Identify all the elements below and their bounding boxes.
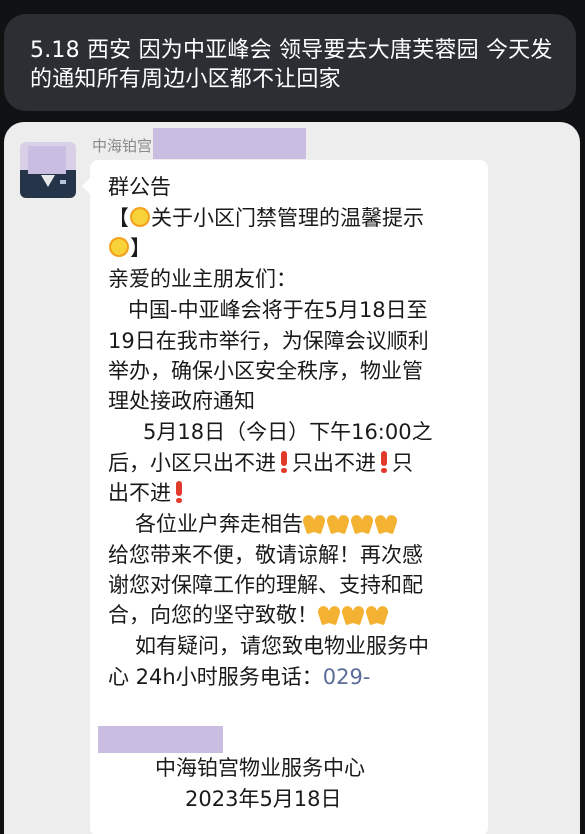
sun-emoji-icon — [130, 207, 150, 227]
notice-title: 关于小区门禁管理的温馨提示 — [151, 206, 424, 230]
page: 5.18 西安 因为中亚峰会 领导要去大唐芙蓉园 今天发 的通知所有周边小区都不… — [0, 0, 585, 834]
notice-date: 2023年5月18日 — [185, 787, 342, 811]
phone-number-link[interactable]: 029- — [323, 665, 371, 689]
paragraph-2-line-2: 后，小区只出不进 只出不进只 — [108, 448, 413, 478]
paragraph-1-line-1: 中国-中亚峰会将于在5月18日至 — [128, 298, 428, 322]
notice-heading: 【关于小区门禁管理的温馨提示 — [108, 203, 424, 233]
paragraph-3-line-2: 给您带来不便，敬请谅解！再次感 — [108, 543, 423, 567]
paragraph-3-line-3: 谢您对保障工作的理解、支持和配 — [108, 573, 423, 597]
announcement-bubble[interactable]: 群公告 【关于小区门禁管理的温馨提示 】 亲爱的业主朋友们： 中国-中亚峰会将于… — [82, 160, 488, 834]
folded-hands-icon — [351, 512, 375, 534]
sender-name-redaction — [153, 128, 306, 159]
access-rule-fragment: 只 — [392, 451, 413, 475]
notice-heading-cont: 】 — [108, 233, 151, 263]
avatar-collar — [41, 175, 55, 187]
paragraph-4-line-2: 心 24h小时服务电话：029- — [108, 662, 370, 692]
caption-line-2: 的通知所有周边小区都不让回家 — [30, 67, 341, 92]
avatar-redaction — [28, 146, 66, 174]
access-rule-text: 后，小区只出不进 — [108, 451, 276, 475]
paragraph-3-line-1: 各位业户奔走相告 — [135, 509, 399, 539]
spread-word-text: 各位业户奔走相告 — [135, 512, 303, 536]
paragraph-1-line-3: 举办，确保小区安全秩序，物业管 — [108, 359, 423, 383]
announcement-title: 群公告 — [108, 175, 171, 199]
red-exclamation-icon — [380, 451, 388, 473]
greeting: 亲爱的业主朋友们： — [108, 267, 297, 291]
folded-hands-icon — [342, 603, 366, 625]
notice-bracket-open: 【 — [108, 206, 129, 230]
notice-bracket-close: 】 — [130, 236, 151, 260]
folded-hands-icon — [375, 512, 399, 534]
folded-hands-icon — [327, 512, 351, 534]
salute-text: 合，向您的坚守致敬！ — [108, 603, 318, 627]
signature: 中海铂宫物业服务中心 — [155, 756, 365, 780]
sender-name: 中海铂宫 — [92, 137, 153, 155]
paragraph-3-line-4: 合，向您的坚守致敬！ — [108, 600, 390, 630]
hotline-label: 心 24h小时服务电话： — [108, 665, 323, 689]
access-rule-end: 出不进 — [108, 481, 171, 505]
folded-hands-icon — [318, 603, 342, 625]
red-exclamation-icon — [280, 451, 288, 473]
sun-emoji-icon — [109, 237, 129, 257]
paragraph-2-line-1: 5月18日（今日）下午16:00之 — [143, 420, 433, 444]
sender-avatar[interactable] — [20, 142, 76, 198]
phone-number-redaction — [98, 726, 223, 753]
chat-screenshot: 中海铂宫 群公告 【关于小区门禁管理的温馨提示 】 亲爱的业主朋友们： 中国-中… — [4, 122, 580, 834]
paragraph-2-line-3: 出不进 — [108, 478, 187, 508]
folded-hands-icon — [303, 512, 327, 534]
caption-banner: 5.18 西安 因为中亚峰会 领导要去大唐芙蓉园 今天发 的通知所有周边小区都不… — [4, 14, 576, 111]
folded-hands-icon — [366, 603, 390, 625]
paragraph-1-line-4: 理处接政府通知 — [108, 389, 255, 413]
paragraph-4-line-1: 如有疑问，请您致电物业服务中 — [135, 634, 429, 658]
access-rule-repeat: 只出不进 — [292, 451, 376, 475]
caption-line-1: 5.18 西安 因为中亚峰会 领导要去大唐芙蓉园 今天发 — [30, 38, 553, 63]
paragraph-1-line-2: 19日在我市举行，为保障会议顺利 — [108, 329, 429, 353]
avatar-badge — [60, 180, 66, 184]
red-exclamation-icon — [175, 481, 183, 503]
